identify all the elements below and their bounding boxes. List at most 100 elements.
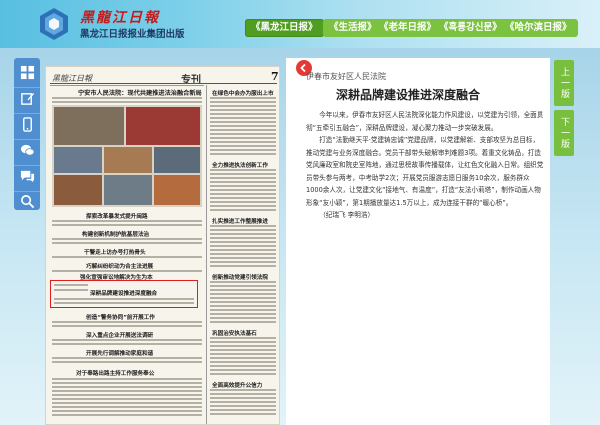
text-line xyxy=(52,101,202,103)
text-line xyxy=(210,409,276,411)
text-line xyxy=(210,361,276,363)
text-line xyxy=(210,389,276,391)
headline: 巧解纠纷织动为合主法进展 xyxy=(86,264,154,270)
article-title: 深耕品牌建设推进深度融合 xyxy=(336,88,481,102)
text-line xyxy=(52,390,202,392)
text-line xyxy=(52,361,202,363)
text-line xyxy=(52,242,202,244)
text-line xyxy=(210,357,276,359)
text-line xyxy=(210,317,276,319)
text-line xyxy=(54,284,88,286)
text-line xyxy=(210,305,276,307)
text-line xyxy=(210,393,276,395)
text-line xyxy=(54,302,194,304)
text-line xyxy=(210,309,276,311)
article-byline: （纪瑞飞 李明浩） xyxy=(319,211,375,219)
text-line xyxy=(210,105,276,107)
headline: 扎实推进工作整展推进 xyxy=(212,219,268,225)
text-line xyxy=(52,398,202,400)
headline: 构建创新机制护航基层法治 xyxy=(82,232,150,238)
text-line xyxy=(210,205,276,207)
text-line xyxy=(52,220,202,222)
nav-tab-harbin-daily[interactable]: 《哈尔滨日报》 xyxy=(499,19,578,37)
text-line xyxy=(210,225,276,227)
newspaper-page[interactable]: 黑龍江日報 专刊 7 宁安市人民法院：现代共建推进法治融合新局 探索改革暴发式提… xyxy=(45,66,280,425)
text-line xyxy=(210,373,276,375)
left-toolbar xyxy=(14,58,40,210)
text-line xyxy=(210,257,276,259)
text-line xyxy=(54,298,194,300)
text-line xyxy=(210,181,276,183)
text-line xyxy=(210,209,276,211)
text-line xyxy=(210,109,276,111)
text-line xyxy=(210,285,276,287)
text-line xyxy=(210,97,276,99)
article-paragraph: 今年以来，伊春市友好区人民法院深化能力作风建设，以党建为引领，全面贯彻“五牵引五… xyxy=(306,111,544,132)
prev-page-button[interactable]: 上一版 xyxy=(554,60,574,106)
text-line xyxy=(52,394,202,396)
headline: 创造“警务协同”前开展工作 xyxy=(86,315,155,321)
text-line xyxy=(210,113,276,115)
text-line xyxy=(210,341,276,343)
text-line xyxy=(52,402,202,404)
headline: 全面高效提升公信力 xyxy=(212,383,263,389)
nav-tab-korean-news[interactable]: 《흑룡강신문》 xyxy=(433,19,508,37)
masthead-rule xyxy=(50,83,277,84)
text-line xyxy=(52,238,202,240)
headline: 创新推动党建引领法院 xyxy=(212,275,268,281)
article-preheading: 伊春市友好区人民法院 xyxy=(306,72,386,81)
text-line xyxy=(210,145,276,147)
text-line xyxy=(210,189,276,191)
text-line xyxy=(210,141,276,143)
text-line xyxy=(210,261,276,263)
text-line xyxy=(210,177,276,179)
text-line xyxy=(210,297,276,299)
text-line xyxy=(210,321,276,323)
text-line xyxy=(52,378,202,380)
text-line xyxy=(210,397,276,399)
text-line xyxy=(210,153,276,155)
text-line xyxy=(210,369,276,371)
article-paragraph: 打造“法勤继天平·党建铸忠诚”党建品牌，以党建解新、支部攻坚为总目标，推动党建与… xyxy=(306,136,544,207)
text-line xyxy=(52,414,202,416)
text-line xyxy=(210,313,276,315)
logo-text: 黑龍江日報 xyxy=(80,10,160,26)
text-line xyxy=(52,97,202,99)
article-body: 今年以来，伊春市友好区人民法院深化能力作风建设，以党建为引领，全面贯彻“五牵引五… xyxy=(306,109,544,222)
text-line xyxy=(52,343,202,345)
text-line xyxy=(210,133,276,135)
lead-headline: 宁安市人民法院：现代共建推进法治融合新局 xyxy=(78,90,202,97)
text-line xyxy=(210,265,276,267)
selected-article-headline: 深耕品牌建设推进深度融合 xyxy=(90,291,158,297)
text-line xyxy=(52,270,202,272)
search-icon[interactable] xyxy=(14,186,40,216)
text-line xyxy=(210,293,276,295)
text-line xyxy=(210,101,276,103)
text-line xyxy=(210,301,276,303)
text-line xyxy=(210,249,276,251)
text-line xyxy=(52,256,202,258)
text-line xyxy=(52,410,202,412)
text-line xyxy=(210,173,276,175)
text-line xyxy=(210,413,276,415)
text-line xyxy=(52,321,202,323)
text-line xyxy=(210,125,276,127)
text-line xyxy=(210,137,276,139)
headline: 对于奉路出路主持工作服务奉公 xyxy=(76,371,155,377)
text-line xyxy=(210,405,276,407)
next-page-button[interactable]: 下一版 xyxy=(554,110,574,156)
text-line xyxy=(210,117,276,119)
text-line xyxy=(54,289,88,291)
text-line xyxy=(210,337,276,339)
text-line xyxy=(210,197,276,199)
publisher-subtitle: 黑龙江日报报业集团出版 xyxy=(80,29,185,40)
nav-tab-heilongjiang-daily[interactable]: 《黑龙江日报》 xyxy=(245,19,324,37)
headline: 深入重点企业开展送法调研 xyxy=(86,333,154,339)
text-line xyxy=(210,349,276,351)
headline: 巩固治安执法基石 xyxy=(212,331,257,337)
text-line xyxy=(210,185,276,187)
text-line xyxy=(210,253,276,255)
site-header: 黑龍江日報 黑龙江日报报业集团出版 《黑龙江日报》 《生活报》 《老年日报》 《… xyxy=(0,0,600,48)
nav-tab-senior-daily[interactable]: 《老年日报》 xyxy=(373,19,443,37)
text-line xyxy=(210,345,276,347)
